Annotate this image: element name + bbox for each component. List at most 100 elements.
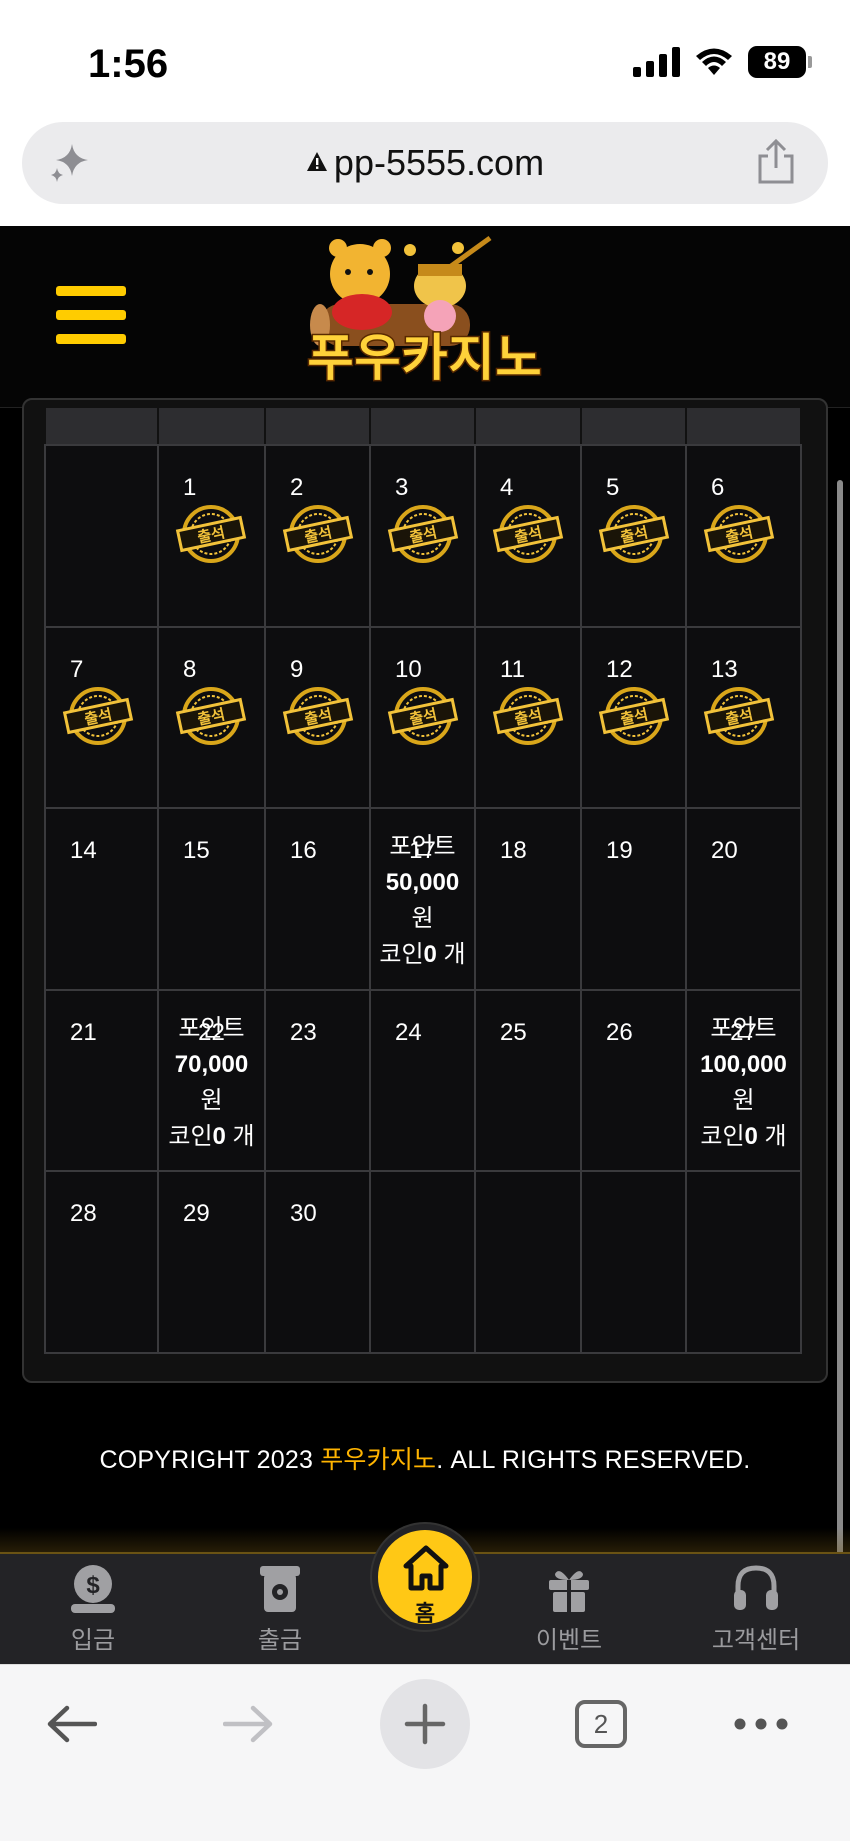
calendar-day-cell — [580, 1170, 687, 1354]
calendar-day-cell: 4 출석 — [474, 444, 582, 628]
day-number: 5 — [606, 474, 620, 501]
reward-unit: 원 — [200, 1086, 223, 1114]
arrow-left-icon — [47, 1705, 97, 1743]
reward-coin: 코인0 개 — [379, 941, 466, 968]
copyright-prefix: COPYRIGHT 2023 — [99, 1446, 321, 1474]
nav-event-label: 이벤트 — [535, 1627, 603, 1654]
day-number: 9 — [290, 655, 304, 683]
day-number: 10 — [395, 655, 422, 683]
day-number: 24 — [395, 1018, 422, 1046]
day-number: 1 — [183, 474, 197, 501]
attendance-stamp-icon: 출석 — [598, 686, 670, 745]
plus-icon — [404, 1703, 446, 1745]
calendar-day-cell: 28 — [44, 1170, 159, 1354]
day-number: 16 — [290, 837, 317, 864]
day-number: 25 — [500, 1018, 527, 1046]
cellular-signal-icon — [633, 47, 680, 77]
calendar-day-cell: 15 — [157, 807, 266, 991]
nav-support-label: 고객센터 — [711, 1627, 801, 1654]
day-number: 4 — [500, 474, 514, 501]
attendance-stamp-icon: 출석 — [492, 505, 564, 563]
copyright-text: COPYRIGHT 2023 푸우카지노. ALL RIGHTS RESERVE… — [0, 1440, 850, 1476]
calendar-day-cell — [474, 1170, 582, 1354]
calendar-day-cell: 27 포인트 100,000 원 코인0 개 — [685, 988, 802, 1172]
attendance-stamp-icon: 출석 — [175, 505, 247, 563]
calendar-day-cell — [369, 1170, 476, 1354]
copyright-suffix: . ALL RIGHTS RESERVED. — [436, 1446, 751, 1474]
forward-button[interactable] — [204, 1679, 294, 1769]
calendar-day-cell: 10 출석 — [369, 625, 476, 809]
logo-text: 푸우카지노 — [306, 329, 543, 388]
calendar-weekday-header — [46, 408, 802, 445]
warning-icon — [306, 152, 327, 171]
nav-home-label: 홈 — [414, 1601, 436, 1626]
calendar-week-row: 28 29 30 — [44, 1170, 802, 1354]
day-number: 30 — [290, 1200, 317, 1227]
reward-coin: 코인0 개 — [700, 1122, 787, 1150]
attendance-stamp-icon: 출석 — [282, 505, 354, 563]
calendar-week-row: 1 출석 2 출석 3 출석 4 출석 5 출석 6 출석 — [44, 444, 802, 628]
calendar-day-cell: 23 — [264, 988, 371, 1172]
calendar-day-cell: 22 포인트 70,000 원 코인0 개 — [157, 988, 266, 1172]
day-number: 20 — [711, 837, 738, 864]
atm-icon — [260, 1566, 300, 1612]
calendar-day-cell: 5 출석 — [580, 444, 687, 628]
nav-support[interactable]: 고객센터 — [696, 1564, 816, 1655]
day-number: 8 — [183, 655, 197, 683]
nav-deposit[interactable]: $ 입금 — [33, 1564, 153, 1655]
nav-withdraw[interactable]: 출금 — [220, 1564, 340, 1655]
day-number: 13 — [711, 655, 738, 683]
copyright-brand: 푸우카지노 — [320, 1446, 437, 1474]
reward-amount: 100,000 — [700, 1050, 787, 1078]
calendar-day-cell: 18 — [474, 807, 582, 991]
menu-icon[interactable] — [56, 286, 126, 346]
day-number: 26 — [606, 1018, 633, 1046]
reward-info: 포인트 50,000 원 코인0 개 — [371, 829, 474, 973]
nav-event[interactable]: 이벤트 — [509, 1564, 629, 1655]
address-bar[interactable]: pp-5555.com — [22, 122, 828, 204]
day-number: 19 — [606, 837, 633, 864]
url-display[interactable]: pp-5555.com — [22, 142, 828, 184]
calendar-day-cell: 1 출석 — [157, 444, 266, 628]
weekday-header-cell — [476, 408, 582, 445]
day-number: 12 — [606, 655, 633, 683]
day-number: 2 — [290, 474, 304, 501]
battery-indicator: 89 — [748, 46, 812, 78]
calendar-day-cell: 26 — [580, 988, 687, 1172]
weekday-header-cell — [371, 408, 476, 445]
calendar-day-cell: 6 출석 — [685, 444, 802, 628]
calendar-day-cell: 29 — [157, 1170, 266, 1354]
page-scrollbar[interactable] — [837, 480, 843, 1660]
calendar-day-cell: 13 출석 — [685, 625, 802, 809]
reward-unit: 원 — [732, 1086, 755, 1114]
day-number: 21 — [70, 1018, 97, 1046]
nav-deposit-label: 입금 — [70, 1627, 116, 1654]
attendance-stamp-icon: 출석 — [62, 686, 134, 745]
headset-icon — [734, 1565, 778, 1610]
new-tab-button[interactable] — [380, 1679, 470, 1769]
weekday-header-cell — [46, 408, 159, 445]
day-number: 15 — [183, 837, 210, 864]
tabs-button[interactable]: 2 — [556, 1679, 646, 1769]
status-bar: 1:56 89 — [0, 0, 850, 118]
calendar-day-cell: 11 출석 — [474, 625, 582, 809]
calendar-grid: 1 출석 2 출석 3 출석 4 출석 5 출석 6 출석 7 출석 8 출석 … — [44, 444, 802, 1354]
day-number: 23 — [290, 1018, 317, 1046]
calendar-day-cell — [44, 444, 159, 628]
browser-toolbar: 2 — [0, 1664, 850, 1841]
back-button[interactable] — [26, 1679, 116, 1769]
money-bag-icon: $ — [71, 1565, 115, 1613]
status-time: 1:56 — [88, 42, 169, 86]
more-button[interactable] — [716, 1679, 806, 1769]
attendance-stamp-icon: 출석 — [387, 505, 459, 563]
attendance-stamp-icon: 출석 — [387, 686, 459, 745]
calendar-day-cell: 9 출석 — [264, 625, 371, 809]
reward-label: 포인트 — [178, 1014, 245, 1042]
day-number: 6 — [711, 474, 725, 501]
attendance-stamp-icon: 출석 — [703, 686, 775, 745]
day-number: 29 — [183, 1200, 210, 1227]
nav-home-button[interactable]: 홈 — [372, 1524, 478, 1630]
site-logo[interactable]: 푸우카지노 — [290, 234, 560, 404]
calendar-day-cell: 2 출석 — [264, 444, 371, 628]
share-icon[interactable] — [754, 138, 798, 186]
